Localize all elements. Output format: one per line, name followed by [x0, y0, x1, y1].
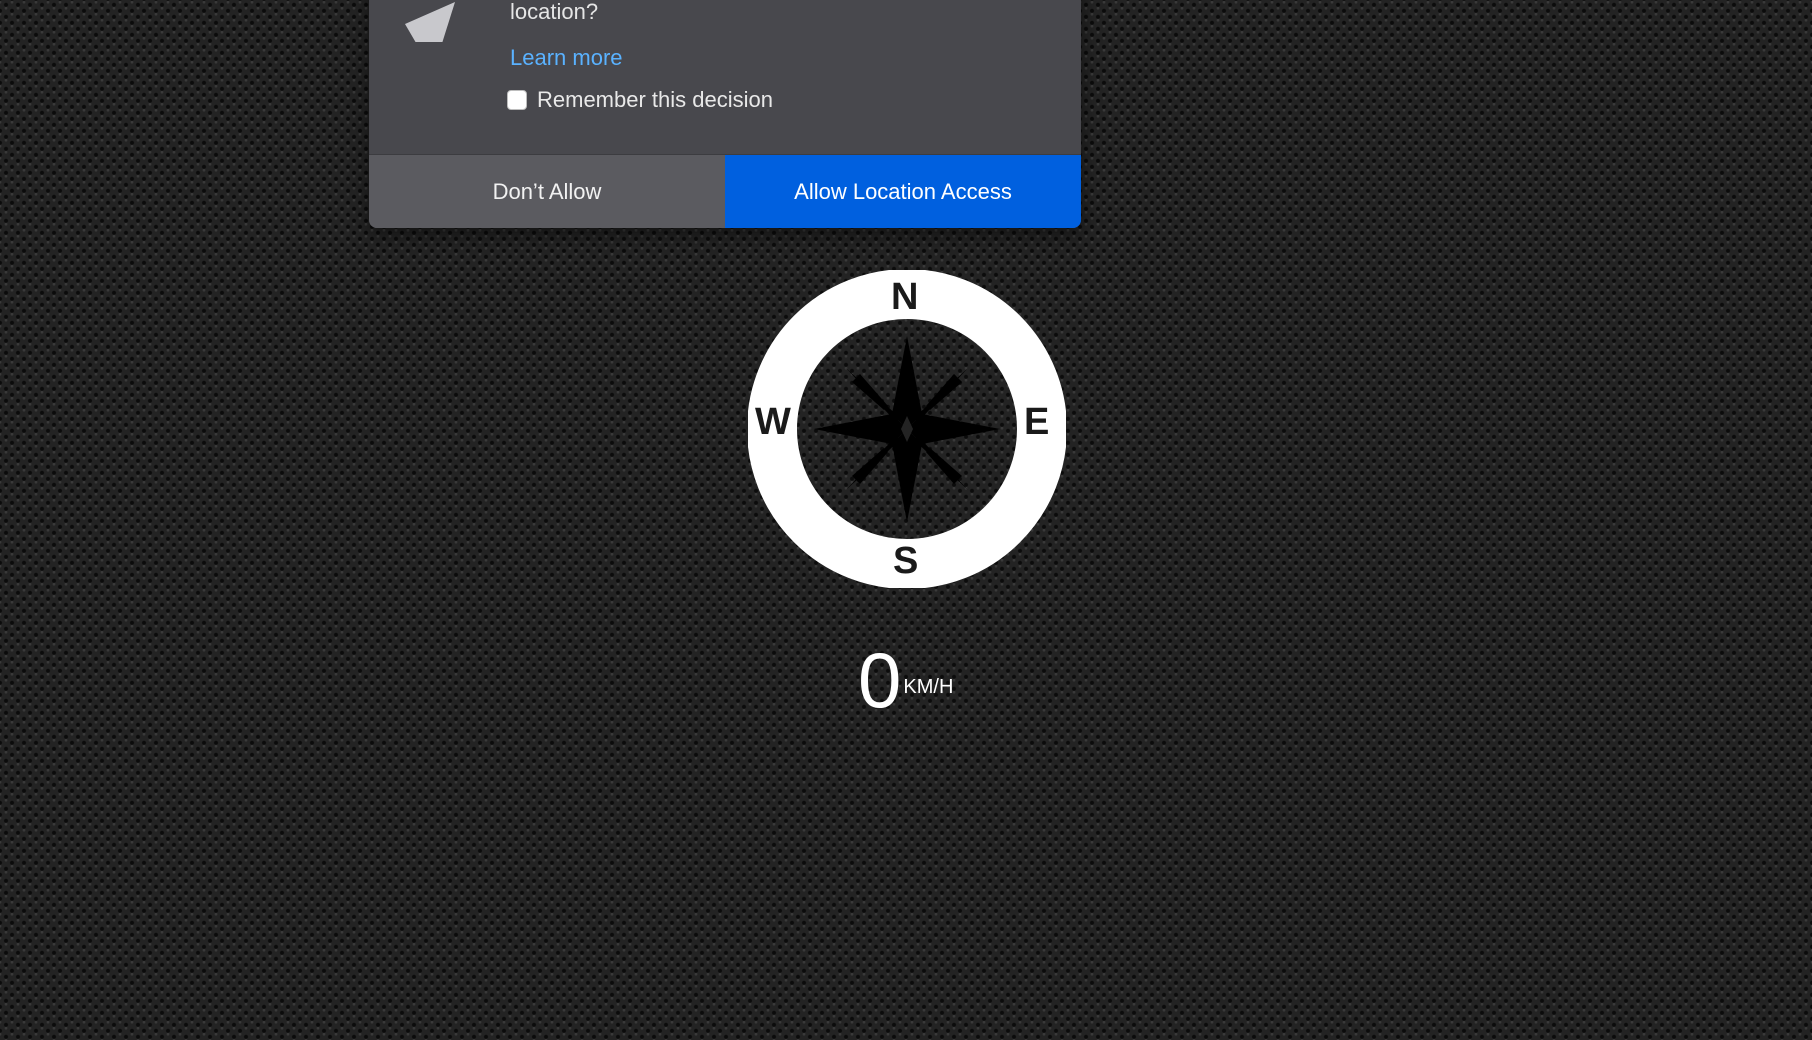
- compass-west-label: W: [755, 401, 791, 443]
- allow-location-access-button[interactable]: Allow Location Access: [725, 155, 1081, 228]
- remember-decision-label: Remember this decision: [537, 87, 773, 112]
- compass: N S W E: [748, 270, 1066, 588]
- speed-value: 0: [858, 636, 902, 724]
- permission-question: location?: [510, 0, 599, 24]
- compass-north-label: N: [891, 276, 919, 318]
- location-permission-popup: location? Learn more Remember this decis…: [369, 0, 1081, 228]
- compass-south-label: S: [893, 540, 919, 582]
- learn-more-link[interactable]: Learn more: [510, 44, 623, 72]
- dont-allow-button[interactable]: Don’t Allow: [369, 155, 725, 228]
- remember-decision-option[interactable]: Remember this decision: [507, 86, 773, 114]
- speed-readout: 0 KM/H: [858, 640, 953, 720]
- remember-decision-checkbox[interactable]: [507, 90, 527, 110]
- compass-east-label: E: [1024, 401, 1050, 443]
- speed-unit: KM/H: [903, 676, 954, 698]
- location-arrow-icon: [399, 0, 459, 72]
- permission-button-row: Don’t Allow Allow Location Access: [369, 154, 1081, 228]
